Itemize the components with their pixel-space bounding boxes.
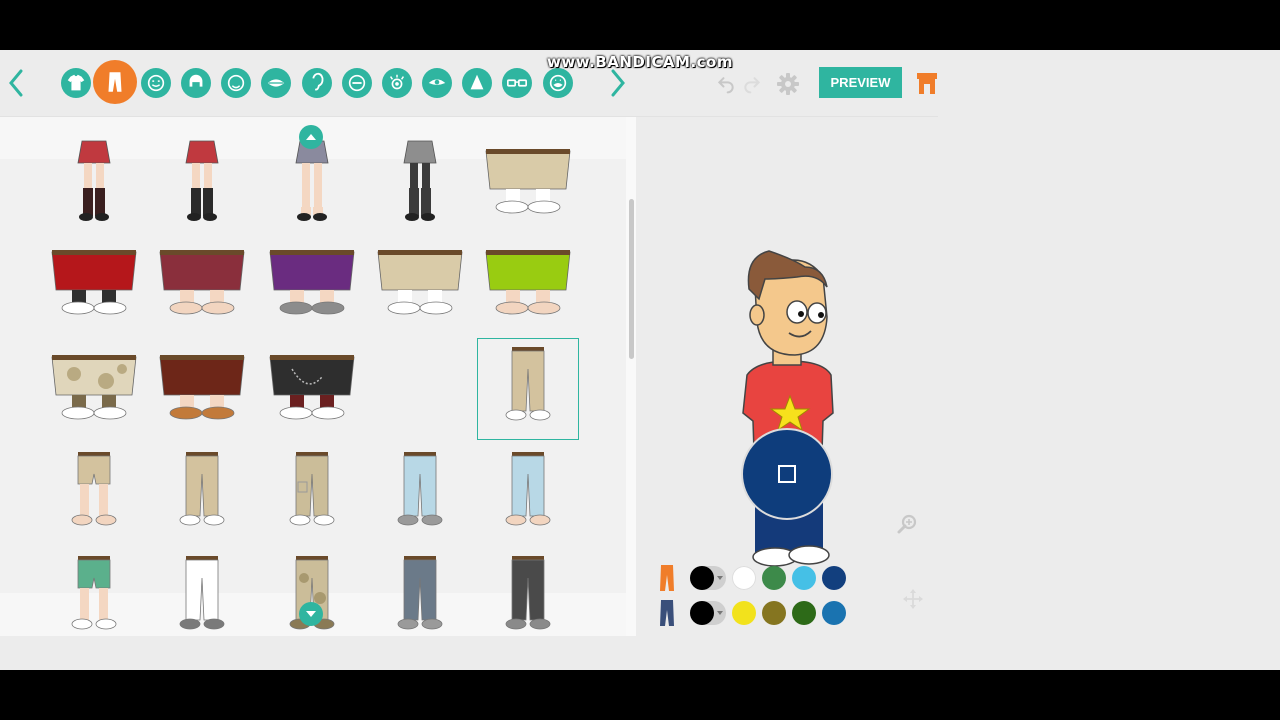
toolbar: PREVIEW: [0, 50, 938, 117]
gallery-scrollbar[interactable]: [626, 117, 636, 636]
current-color-dropdown[interactable]: [690, 601, 726, 625]
clothing-item-skirt-fishnet[interactable]: [370, 133, 470, 233]
item-gallery-panel: [0, 117, 636, 636]
clothing-item-skirt-wide[interactable]: [262, 234, 362, 334]
clothing-item-skirt-wide[interactable]: [478, 234, 578, 334]
color-swatch[interactable]: [822, 601, 846, 625]
clothing-item-skirt-wide[interactable]: [152, 234, 252, 334]
chevron-down-icon: [306, 611, 316, 617]
pants-blue-icon: [660, 600, 674, 626]
preview-button[interactable]: PREVIEW: [819, 67, 902, 98]
character-preview: [742, 250, 834, 567]
clothing-item-shorts-slim[interactable]: [44, 444, 144, 544]
clothing-item-shorts-chain[interactable]: [262, 339, 362, 439]
clothing-item-pants-slim[interactable]: [152, 548, 252, 636]
pants-icon[interactable]: [93, 60, 137, 104]
clothing-item-shorts-camo[interactable]: [44, 339, 144, 439]
eyebrow-icon[interactable]: [342, 68, 372, 98]
color-swatch[interactable]: [732, 566, 756, 590]
face-icon[interactable]: [141, 68, 171, 98]
color-swatch[interactable]: [762, 601, 786, 625]
store-icon[interactable]: [916, 71, 938, 95]
pants-orange-icon: [660, 565, 674, 591]
empty-slot: [370, 339, 470, 439]
face-shape-icon[interactable]: [221, 68, 251, 98]
clothing-item-skirt-wide[interactable]: [152, 339, 252, 439]
shirt-icon[interactable]: [61, 68, 91, 98]
current-color-dropdown[interactable]: [690, 566, 726, 590]
color-swatch[interactable]: [792, 601, 816, 625]
clothing-item-shorts-slim[interactable]: [44, 548, 144, 636]
clothing-item-pants-slim[interactable]: [152, 444, 252, 544]
move-icon[interactable]: [902, 588, 924, 610]
clothing-item-pants-slim[interactable]: [477, 338, 579, 440]
color-swatch[interactable]: [822, 566, 846, 590]
mouth-icon[interactable]: [261, 68, 291, 98]
zoom-in-icon[interactable]: [896, 513, 918, 535]
clothing-item-pants-slim[interactable]: [478, 444, 578, 544]
undo-icon[interactable]: [714, 72, 738, 96]
clothing-item-shorts-wide[interactable]: [44, 234, 144, 334]
chevron-left-icon[interactable]: [2, 68, 30, 98]
color-row: [656, 563, 856, 593]
clothing-item-pants-slim[interactable]: [370, 548, 470, 636]
color-swatch[interactable]: [762, 566, 786, 590]
clothing-item-pants-slim[interactable]: [478, 548, 578, 636]
glasses-icon[interactable]: [502, 68, 532, 98]
gear-icon[interactable]: [776, 72, 800, 96]
clothing-item-shorts-wide[interactable]: [478, 133, 578, 233]
color-swatch[interactable]: [732, 601, 756, 625]
chevron-up-icon[interactable]: [299, 125, 323, 149]
color-swatch[interactable]: [792, 566, 816, 590]
chevron-right-icon[interactable]: [604, 68, 632, 98]
clothing-item-shorts-wide[interactable]: [370, 234, 470, 334]
hair-icon[interactable]: [181, 68, 211, 98]
facial-hair-icon[interactable]: [543, 68, 573, 98]
scroll-down-button[interactable]: [299, 602, 323, 626]
character-creator-app: PREVIEW: [0, 50, 1280, 670]
color-row: [656, 598, 856, 628]
clothing-item-pants-cargo[interactable]: [262, 444, 362, 544]
stop-icon[interactable]: [741, 428, 833, 520]
redo-icon[interactable]: [740, 72, 764, 96]
clothing-item-skirt-plaid[interactable]: [44, 133, 144, 233]
eye-icon[interactable]: [382, 68, 412, 98]
eye-shape-icon[interactable]: [422, 68, 452, 98]
ear-icon[interactable]: [302, 68, 332, 98]
scrollbar-thumb[interactable]: [629, 199, 634, 359]
clothing-item-skirt-boots[interactable]: [152, 133, 252, 233]
clothing-item-pants-slim[interactable]: [370, 444, 470, 544]
nose-icon[interactable]: [462, 68, 492, 98]
character-stage: [637, 117, 938, 636]
